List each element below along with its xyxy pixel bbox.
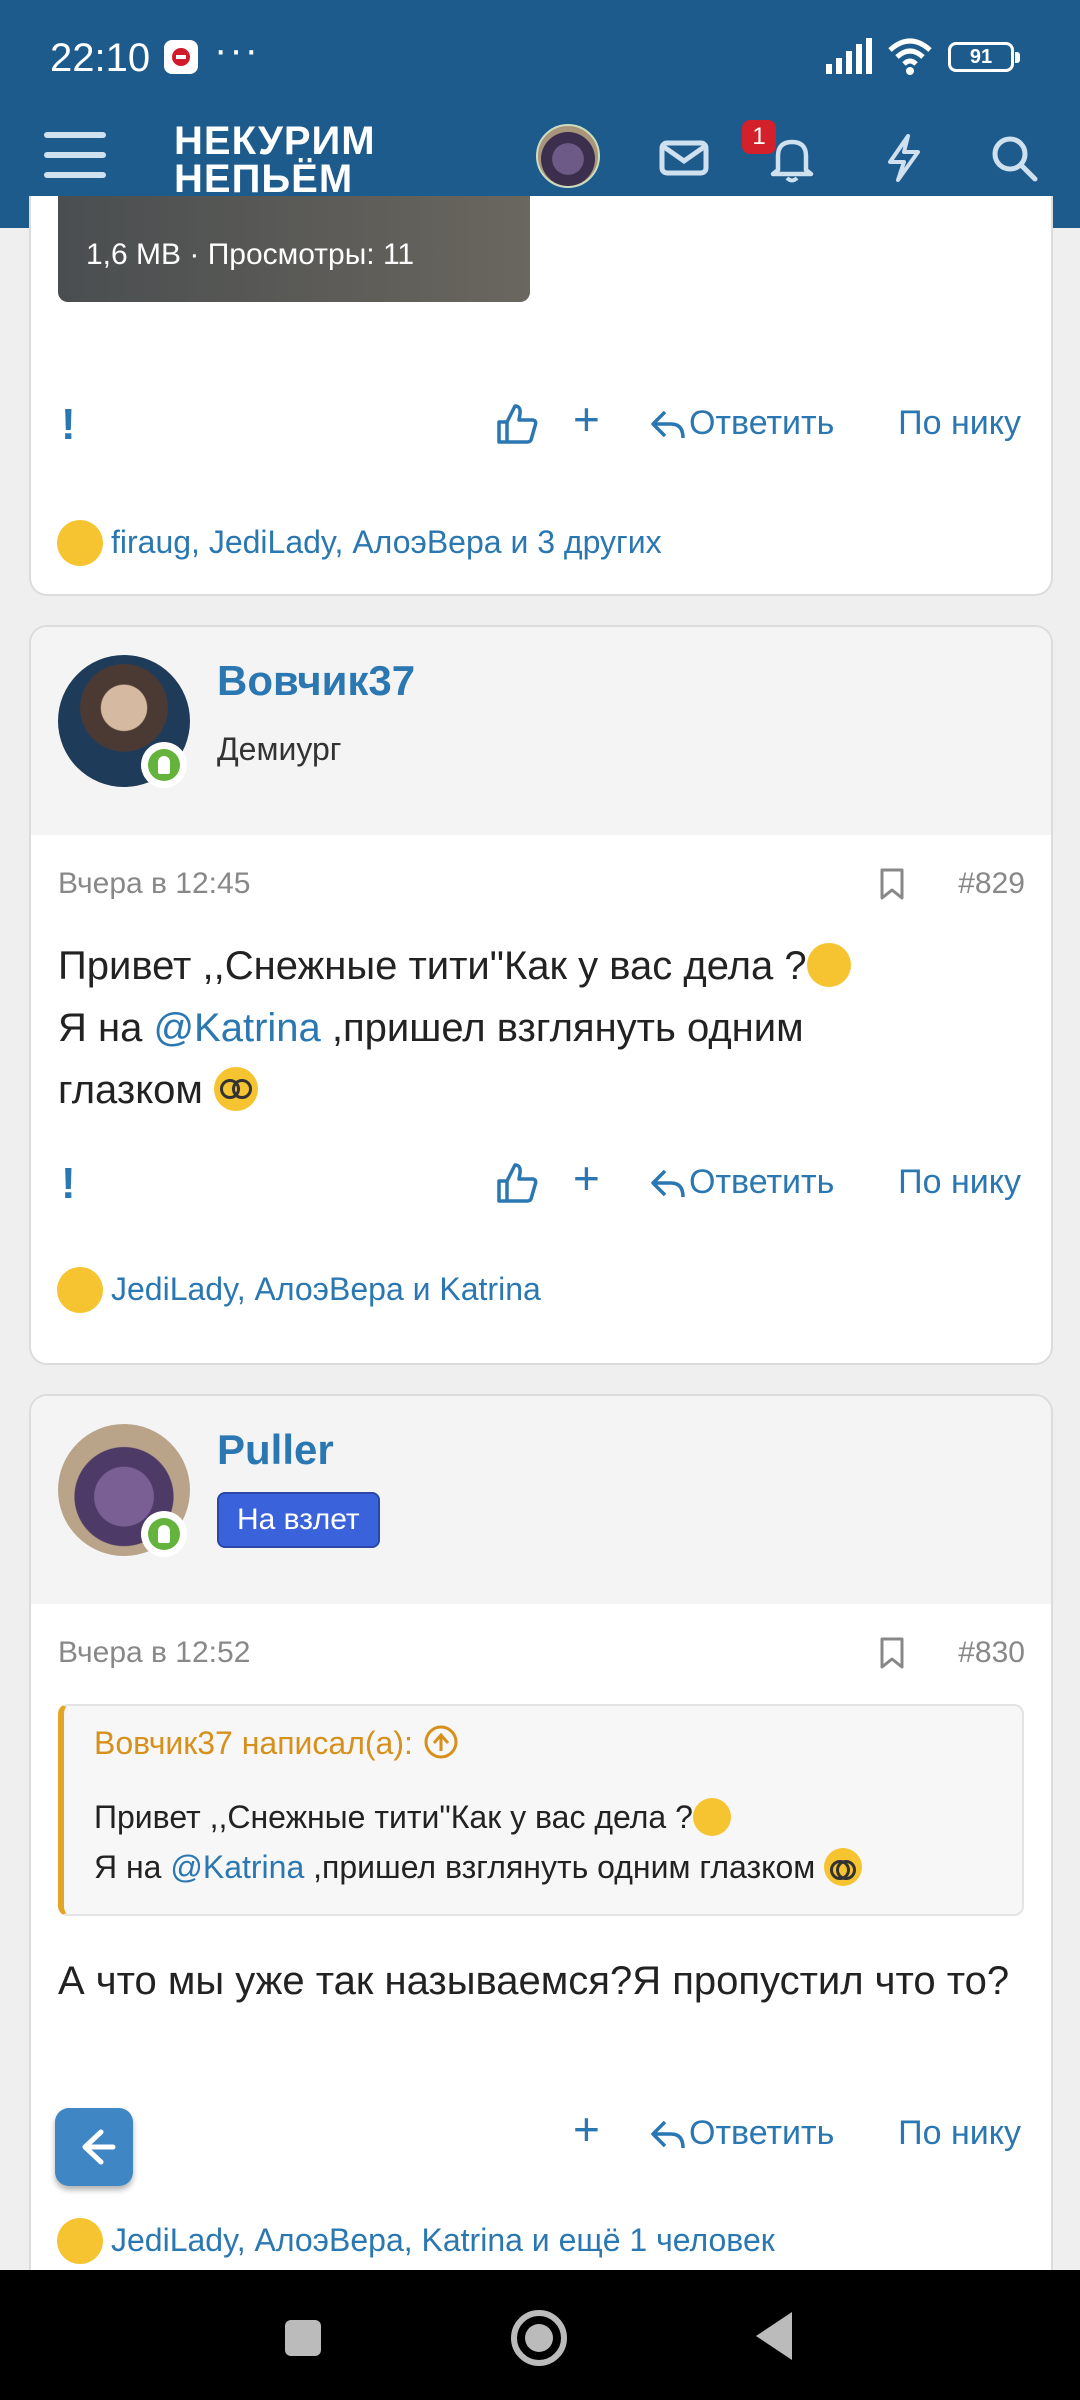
site-logo[interactable]: НЕКУРИМ НЕПЬЁМ xyxy=(174,119,376,201)
post-text-line-2-post: ,пришел взглянуть одним xyxy=(320,1006,804,1050)
reply-button[interactable]: Ответить xyxy=(651,2114,834,2153)
user-mention[interactable]: @Katrina xyxy=(153,1006,320,1050)
online-status-icon xyxy=(141,1511,187,1557)
post-card-830: Puller На взлет Вчера в 12:52 #830 Вовчи… xyxy=(29,1394,1053,2294)
attachment-caption: 1,6 MB · Просмотры: 11 xyxy=(86,238,415,271)
battery-level: 91 xyxy=(969,46,993,68)
by-nick-button[interactable]: По нику xyxy=(898,1163,1021,1202)
add-reaction-button[interactable]: + xyxy=(573,392,600,446)
user-avatar[interactable] xyxy=(536,124,600,188)
logo-line-2: НЕПЬЁМ xyxy=(174,157,354,201)
lightning-icon[interactable] xyxy=(876,130,932,186)
quote-line-2-post: ,пришел взглянуть одним глазком xyxy=(304,1849,825,1885)
reply-button[interactable]: Ответить xyxy=(651,1163,834,1202)
mail-icon[interactable] xyxy=(656,130,712,186)
rofl-emoji-icon xyxy=(57,2218,103,2264)
add-reaction-button[interactable]: + xyxy=(573,2102,600,2156)
reply-label: Ответить xyxy=(689,2114,835,2152)
back-button[interactable] xyxy=(55,2108,133,2186)
dnd-icon xyxy=(164,40,198,74)
post-text: А что мы уже так называемся?Я пропустил … xyxy=(58,1959,1010,2003)
add-reaction-button[interactable]: + xyxy=(573,1151,600,1205)
post-card-previous: 1,6 MB · Просмотры: 11 ! + Ответить По н… xyxy=(29,196,1053,596)
search-icon[interactable] xyxy=(986,130,1042,186)
menu-icon xyxy=(44,132,106,138)
report-button[interactable]: ! xyxy=(61,1159,76,1209)
post-date[interactable]: Вчера в 12:45 xyxy=(58,867,250,901)
post-actions: + Ответить По нику xyxy=(31,2076,1051,2196)
shushing-face-emoji-icon xyxy=(692,1798,731,1836)
system-navigation-bar xyxy=(0,2270,1080,2400)
notification-badge: 1 xyxy=(742,120,776,154)
like-icon[interactable] xyxy=(495,402,539,446)
by-nick-button[interactable]: По нику xyxy=(898,2114,1021,2153)
author-name[interactable]: Вовчик37 xyxy=(217,657,415,705)
quote-line-2-pre: Я на xyxy=(94,1849,171,1885)
post-card-829: Вовчик37 Демиург Вчера в 12:45 #829 Прив… xyxy=(29,625,1053,1365)
reactions-bar[interactable]: firaug, JediLady, АлоэВера и 3 других xyxy=(31,498,1051,594)
quote-line-1: Привет ,,Снежные тити"Как у вас дела ? xyxy=(94,1799,693,1835)
post-date[interactable]: Вчера в 12:52 xyxy=(58,1636,250,1670)
post-text-line-3: глазком xyxy=(58,1068,214,1112)
bookmark-icon[interactable] xyxy=(879,1636,905,1670)
app-header: 22:10 ··· 91 НЕКУРИМ НЕПЬЁМ 1 xyxy=(0,0,1080,228)
quote-author-label: Вовчик37 написал(а): xyxy=(94,1725,413,1761)
reactions-list[interactable]: JediLady, АлоэВера и Katrina xyxy=(111,1271,541,1308)
attachment-thumbnail[interactable]: 1,6 MB · Просмотры: 11 xyxy=(58,196,530,302)
wifi-icon xyxy=(888,38,932,75)
reactions-list[interactable]: firaug, JediLady, АлоэВера и 3 других xyxy=(111,524,662,561)
quote-block: Вовчик37 написал(а): Привет ,,Снежные ти… xyxy=(58,1704,1024,1916)
arrow-left-icon xyxy=(82,2129,116,2165)
online-status-icon xyxy=(141,742,187,788)
battery-icon: 91 xyxy=(948,42,1020,72)
menu-button[interactable] xyxy=(44,132,106,184)
author-title: Демиург xyxy=(217,731,342,767)
post-body: А что мы уже так называемся?Я пропустил … xyxy=(31,1950,1051,2076)
rofl-emoji-icon xyxy=(57,1267,103,1313)
quote-body: Привет ,,Снежные тити"Как у вас дела ? Я… xyxy=(94,1792,992,1892)
by-nick-button[interactable]: По нику xyxy=(898,404,1021,443)
reply-label: Ответить xyxy=(689,1163,835,1201)
jump-up-icon[interactable] xyxy=(423,1724,459,1760)
reactions-list[interactable]: JediLady, АлоэВера, Katrina и ещё 1 чело… xyxy=(111,2222,775,2259)
post-actions: ! + Ответить По нику xyxy=(31,1125,1051,1245)
logo-line-1: НЕКУРИМ xyxy=(174,119,376,163)
status-more: ··· xyxy=(214,28,260,72)
quote-author[interactable]: Вовчик37 написал(а): xyxy=(94,1724,992,1762)
post-text-line-2-pre: Я на xyxy=(58,1006,154,1050)
report-button[interactable]: ! xyxy=(61,400,76,450)
system-back-button[interactable] xyxy=(756,2312,792,2360)
heart-eyes-emoji-icon xyxy=(57,520,103,566)
post-actions: ! + Ответить По нику xyxy=(31,366,1051,486)
post-number[interactable]: #829 xyxy=(958,867,1025,901)
recents-button[interactable] xyxy=(285,2320,321,2356)
reply-label: Ответить xyxy=(689,404,835,442)
reply-icon xyxy=(651,2120,685,2149)
bookmark-icon[interactable] xyxy=(879,867,905,901)
post-meta: Вчера в 12:52 #830 xyxy=(31,1604,1051,1704)
post-body: Привет ,,Снежные тити"Как у вас дела ? Я… xyxy=(31,935,1051,1125)
user-banner: На взлет xyxy=(217,1492,380,1548)
reactions-bar[interactable]: JediLady, АлоэВера и Katrina xyxy=(31,1245,1051,1341)
post-meta: Вчера в 12:45 #829 xyxy=(31,835,1051,935)
status-time: 22:10 xyxy=(50,36,151,80)
nerd-face-emoji-icon xyxy=(214,1067,258,1111)
author-name[interactable]: Puller xyxy=(217,1426,334,1474)
reply-icon xyxy=(651,1169,685,1198)
user-mention[interactable]: @Katrina xyxy=(170,1849,304,1885)
reply-icon xyxy=(651,410,685,439)
like-icon[interactable] xyxy=(495,1161,539,1205)
post-number[interactable]: #830 xyxy=(958,1636,1025,1670)
post-author-block: Puller На взлет xyxy=(31,1396,1051,1604)
home-button[interactable] xyxy=(511,2310,567,2366)
nerd-face-emoji-icon xyxy=(824,1848,863,1886)
shushing-face-emoji-icon xyxy=(806,943,851,987)
post-author-block: Вовчик37 Демиург xyxy=(31,627,1051,835)
reply-button[interactable]: Ответить xyxy=(651,404,834,443)
post-text-line-1: Привет ,,Снежные тити"Как у вас дела ? xyxy=(58,944,807,988)
signal-icon xyxy=(826,38,872,74)
